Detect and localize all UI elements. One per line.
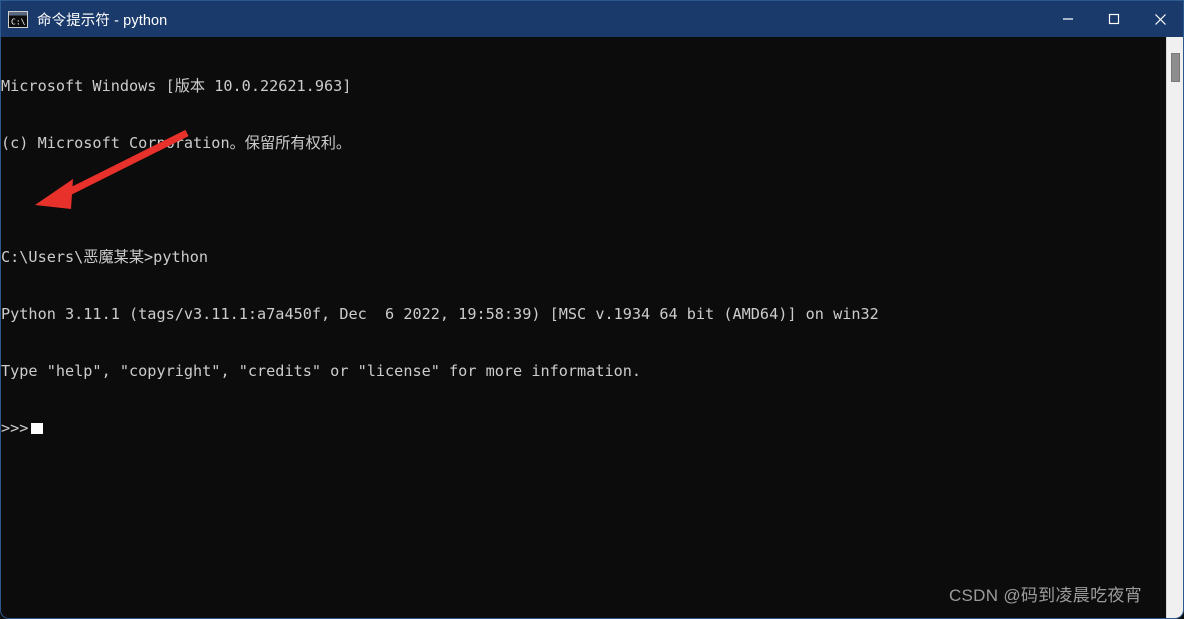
svg-text:C:\: C:\ <box>11 17 26 26</box>
console-line-command: C:\Users\恶魔某某>python <box>1 248 209 266</box>
minimize-button[interactable] <box>1045 1 1091 37</box>
window-controls <box>1045 1 1183 37</box>
terminal-output-area[interactable]: Microsoft Windows [版本 10.0.22621.963] (c… <box>1 37 1166 618</box>
text-cursor <box>31 423 44 434</box>
scrollbar-thumb[interactable] <box>1171 53 1180 82</box>
console-line: Microsoft Windows [版本 10.0.22621.963] <box>1 77 352 95</box>
console-line-prompt: >>> <box>1 419 1166 438</box>
watermark-text: CSDN @码到凌晨吃夜宵 <box>948 586 1142 605</box>
maximize-button[interactable] <box>1091 1 1137 37</box>
python-prompt: >>> <box>1 419 29 437</box>
command-prompt-icon: C:\ <box>8 10 28 28</box>
title-bar-left: C:\ 命令提示符 - python <box>1 9 1045 30</box>
console-line: Type "help", "copyright", "credits" or "… <box>1 362 642 380</box>
close-button[interactable] <box>1137 1 1183 37</box>
command-prompt-window: C:\ 命令提示符 - python Microsoft Windows [版本… <box>0 0 1184 619</box>
window-title: 命令提示符 - python <box>37 12 168 29</box>
console-text: Microsoft Windows [版本 10.0.22621.963] (c… <box>1 37 1166 476</box>
vertical-scrollbar[interactable] <box>1166 37 1183 618</box>
title-bar[interactable]: C:\ 命令提示符 - python <box>1 1 1183 37</box>
console-line: (c) Microsoft Corporation。保留所有权利。 <box>1 134 352 152</box>
console-line: Python 3.11.1 (tags/v3.11.1:a7a450f, Dec… <box>1 305 879 323</box>
